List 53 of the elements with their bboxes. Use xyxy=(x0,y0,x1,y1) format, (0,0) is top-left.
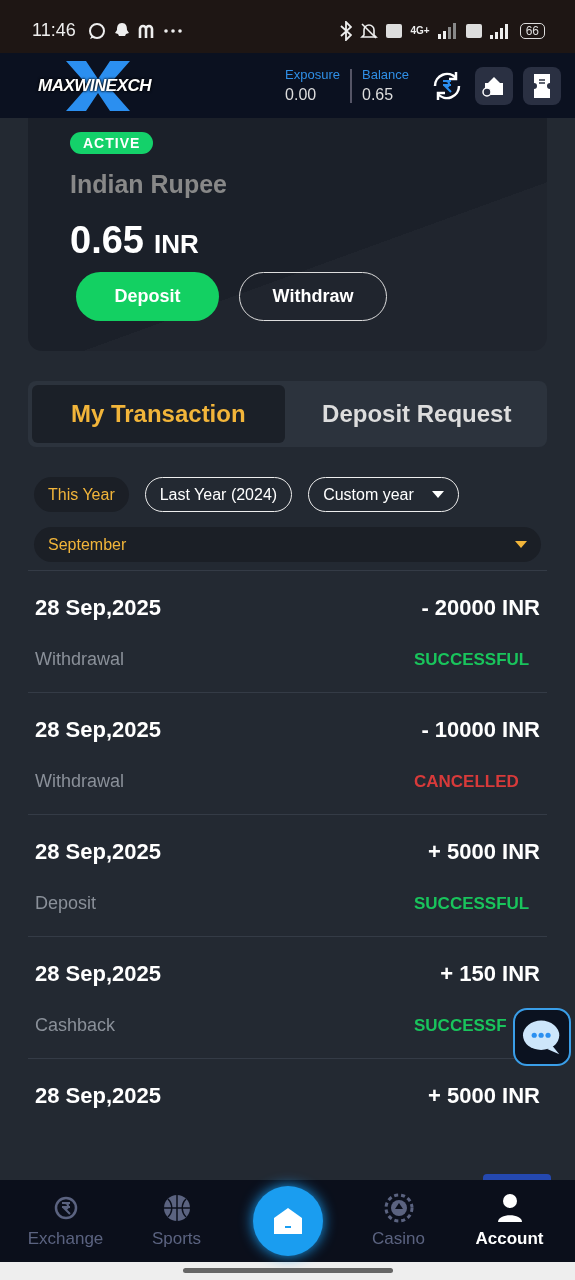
transaction-date: 28 Sep,2025 xyxy=(35,839,161,865)
transaction-amount: + 150 INR xyxy=(440,961,540,987)
tab[interactable]: My Transaction xyxy=(32,385,285,443)
balance-value: 0.65 xyxy=(362,86,395,104)
transaction-type: Deposit xyxy=(35,893,97,914)
status-time: 11:46 xyxy=(32,20,76,41)
transaction-status: SUCCESSFUL xyxy=(414,893,531,914)
transaction-type: Cashback xyxy=(35,1015,116,1036)
volte-icon xyxy=(386,23,403,38)
ticket-icon xyxy=(533,72,551,99)
currency-unit: INR xyxy=(153,229,199,260)
transaction-status: SUCCESSF xyxy=(414,1015,508,1036)
signal-icon xyxy=(437,22,458,39)
transaction-date: 28 Sep,2025 xyxy=(35,961,161,987)
chat-app-icon xyxy=(87,21,106,40)
ticket-button[interactable] xyxy=(523,66,561,105)
transaction-amount: - 20000 INR xyxy=(421,595,540,621)
basketball-icon xyxy=(161,1192,192,1223)
volte-icon xyxy=(465,23,482,38)
transaction-date: 28 Sep,2025 xyxy=(35,1083,161,1109)
bell-muted-icon xyxy=(360,21,379,40)
caret-icon xyxy=(431,491,444,498)
transaction-date: 28 Sep,2025 xyxy=(35,717,161,743)
person-icon xyxy=(496,1192,523,1223)
transaction-amount: + 5000 INR xyxy=(428,1083,540,1109)
home-button[interactable] xyxy=(252,1185,323,1256)
caret-icon xyxy=(515,541,527,548)
transaction-status: SUCCESSFUL xyxy=(414,649,531,670)
home-icon xyxy=(273,1207,302,1234)
app-notification-icon xyxy=(137,23,156,38)
currency-name: Indian Rupee xyxy=(70,170,227,199)
month-dropdown[interactable]: September xyxy=(34,527,541,562)
transaction-amount: + 5000 INR xyxy=(428,839,540,865)
exposure-label: Exposure xyxy=(285,67,340,82)
battery-level: 66 xyxy=(519,22,545,39)
wallet-button[interactable] xyxy=(475,66,513,105)
balance-amount: 0.65 xyxy=(70,219,144,262)
transaction-amount: - 10000 INR xyxy=(421,717,540,743)
exposure-value: 0.00 xyxy=(285,86,318,104)
transaction-type: Withdrawal xyxy=(35,649,125,670)
network-type: 4G+ xyxy=(410,25,430,36)
nav-tab[interactable]: Account xyxy=(454,1192,565,1249)
tab[interactable]: Deposit Request xyxy=(290,385,543,443)
balance-label: Balance xyxy=(362,67,409,82)
poker-chip-icon xyxy=(383,1192,414,1223)
more-icon xyxy=(163,28,182,33)
bluetooth-icon xyxy=(340,20,353,41)
filter-chip[interactable]: This Year xyxy=(34,477,129,512)
transaction-status: CANCELLED xyxy=(414,771,520,792)
transaction-type: Withdrawal xyxy=(35,771,125,792)
transaction-date: 28 Sep,2025 xyxy=(35,595,161,621)
chat-button[interactable] xyxy=(513,1008,571,1066)
status-badge: ACTIVE xyxy=(70,132,154,154)
